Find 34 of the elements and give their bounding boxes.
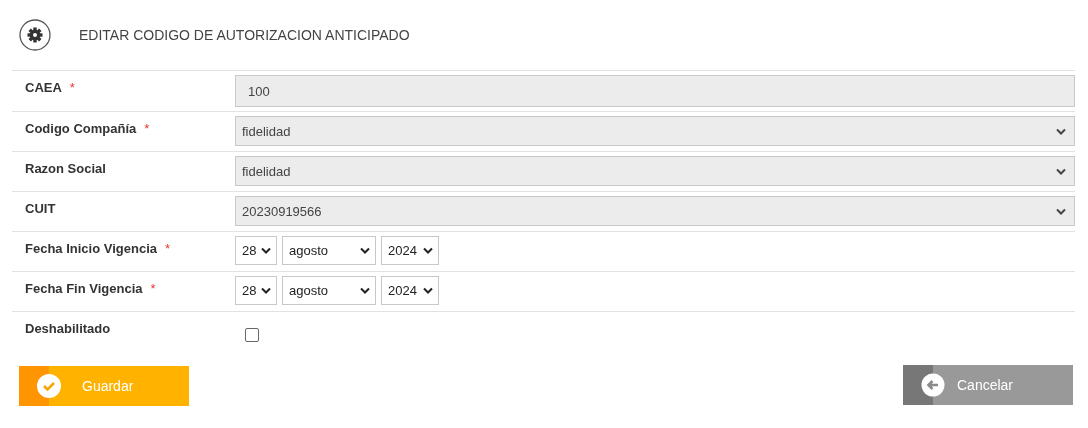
required-mark: * <box>144 121 150 136</box>
checkbox[interactable] <box>245 328 259 342</box>
day-dropdown[interactable]: 28 <box>235 276 277 305</box>
settings-icon <box>19 19 51 51</box>
field-label: CUIT <box>25 201 56 216</box>
chevron-down-icon <box>261 247 271 254</box>
field-label: Razon Social <box>25 161 106 176</box>
chevron-down-icon <box>360 247 370 254</box>
chevron-down-icon <box>1056 127 1066 135</box>
input-field[interactable]: 100 <box>235 75 1075 107</box>
field-label: Codigo Compañía <box>25 121 137 136</box>
required-mark: * <box>150 281 156 296</box>
day-dropdown[interactable]: 28 <box>235 236 277 265</box>
chevron-down-icon <box>1056 207 1066 215</box>
chevron-down-icon <box>360 287 370 294</box>
chevron-down-icon <box>423 287 433 294</box>
check-icon <box>36 373 62 399</box>
required-mark: * <box>165 241 171 256</box>
year-dropdown[interactable]: 2024 <box>381 236 439 265</box>
dropdown[interactable]: fidelidad <box>235 116 1075 146</box>
year-dropdown[interactable]: 2024 <box>381 276 439 305</box>
field-label: Deshabilitado <box>25 321 111 336</box>
month-dropdown[interactable]: agosto <box>282 236 376 265</box>
chevron-down-icon <box>1056 167 1066 175</box>
field-label: CAEA <box>25 80 62 95</box>
page-title: EDITAR CODIGO DE AUTORIZACION ANTICIPADO <box>79 27 410 43</box>
field-label: Fecha Fin Vigencia <box>25 281 143 296</box>
month-dropdown[interactable]: agosto <box>282 276 376 305</box>
dropdown[interactable]: fidelidad <box>235 156 1075 186</box>
dropdown[interactable]: 20230919566 <box>235 196 1075 226</box>
field-label: Fecha Inicio Vigencia <box>25 241 157 256</box>
required-mark: * <box>69 80 75 95</box>
chevron-down-icon <box>261 287 271 294</box>
chevron-down-icon <box>423 247 433 254</box>
